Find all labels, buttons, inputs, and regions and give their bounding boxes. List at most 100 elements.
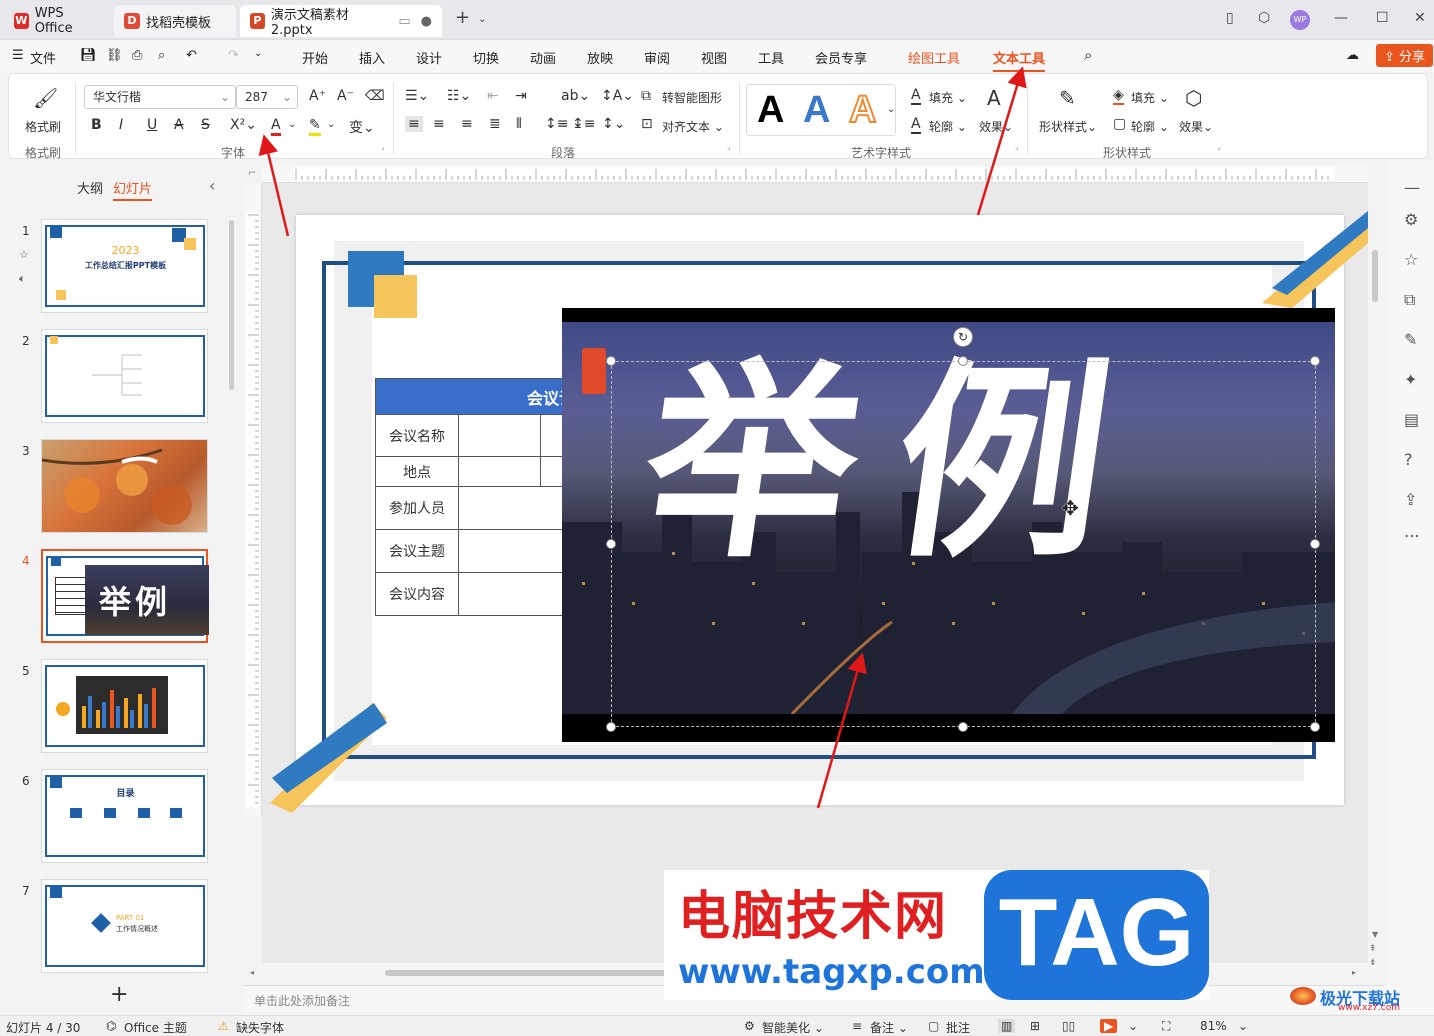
close-icon[interactable]: ✕ — [1414, 10, 1426, 26]
align-text-icon[interactable]: ⊡ — [641, 116, 653, 132]
magic-icon[interactable]: ✦ — [1404, 370, 1417, 389]
menu-tools[interactable]: 工具 — [758, 48, 784, 67]
layout-icon[interactable]: ▯ — [1226, 10, 1234, 26]
search-icon[interactable]: ⌕ — [1084, 46, 1092, 64]
scroll-right-icon[interactable]: ▸ — [1352, 968, 1356, 977]
increase-font-icon[interactable]: A⁺ — [309, 88, 326, 104]
smart-shape-button[interactable]: 转智能图形 — [662, 89, 722, 106]
scroll-down-icon[interactable]: ▼ — [1372, 930, 1378, 939]
text-fill-icon[interactable]: A — [911, 87, 921, 105]
phonetic-icon[interactable]: 变⌄ — [349, 117, 375, 137]
smart-shape-icon[interactable]: ⧉ — [641, 88, 651, 104]
resize-handle[interactable] — [606, 539, 616, 549]
shadow-icon[interactable]: S — [201, 117, 210, 133]
table-cell[interactable]: 会议内容 — [375, 572, 459, 616]
spacing-menu-icon[interactable]: ↕⌄ — [602, 116, 625, 132]
new-tab-icon[interactable]: + — [455, 7, 470, 28]
fit-icon[interactable]: ⛶ — [1162, 1019, 1170, 1034]
text-effect-icon[interactable]: A — [987, 86, 1001, 110]
art-style-blue[interactable]: A — [803, 89, 830, 132]
clear-format-icon[interactable]: ⌫ — [365, 88, 385, 104]
collapse-icon[interactable]: — — [1404, 178, 1420, 197]
vertical-scrollbar[interactable] — [1372, 250, 1378, 302]
more-icon[interactable]: ⋯ — [1404, 526, 1420, 545]
resize-handle[interactable] — [958, 722, 968, 732]
table-cell[interactable] — [458, 414, 541, 457]
paragraph-spacing-icon[interactable]: ↨≡ — [572, 116, 595, 132]
slide-thumb-1[interactable]: 2023 工作总结汇报PPT模板 — [41, 219, 208, 313]
horizontal-ruler[interactable] — [262, 165, 1368, 183]
redo-icon[interactable]: ↷ — [228, 48, 239, 63]
align-text-button[interactable]: 对齐文本 ⌄ — [662, 118, 724, 135]
align-right-icon[interactable]: ≡ — [461, 116, 473, 132]
resize-handle[interactable] — [1310, 356, 1320, 366]
text-effect-button[interactable]: 效果⌄ — [979, 118, 1013, 135]
rotate-handle-icon[interactable]: ↻ — [953, 327, 973, 347]
add-slide-button[interactable]: + — [110, 982, 128, 1007]
chevron-down-icon[interactable]: ⌄ — [288, 119, 296, 130]
vertical-ruler[interactable] — [244, 185, 262, 815]
menu-text-tools[interactable]: 文本工具 — [993, 48, 1046, 72]
text-outline-icon[interactable]: A — [911, 116, 921, 134]
format-painter-icon[interactable]: 🖌︎ — [33, 86, 58, 110]
shape-fill-button[interactable]: 填充 ⌄ — [1131, 89, 1169, 106]
missing-font-button[interactable]: 缺失字体 — [236, 1019, 284, 1036]
notes-placeholder[interactable]: 单击此处添加备注 — [254, 992, 350, 1009]
slide-thumb-6[interactable]: 目录 — [41, 769, 208, 863]
ruler-corner-icon[interactable]: ⌐ — [248, 168, 256, 179]
avatar[interactable]: WP — [1290, 10, 1310, 30]
resize-handle[interactable] — [958, 356, 968, 366]
menu-home[interactable]: 开始 — [302, 48, 328, 67]
increase-indent-icon[interactable]: ⇥ — [515, 88, 527, 104]
link-icon[interactable]: ⛓︎ — [106, 48, 123, 63]
tab-wps-office[interactable]: W WPS Office — [4, 5, 110, 37]
menu-view[interactable]: 视图 — [701, 48, 727, 67]
shape-style-icon[interactable]: ✎ — [1059, 86, 1076, 110]
undo-icon[interactable]: ↶ — [186, 48, 197, 63]
cloud-icon[interactable]: ☁︎ — [1346, 48, 1359, 63]
reading-view-icon[interactable]: ▯▯ — [1062, 1019, 1075, 1033]
star-icon[interactable]: ☆ — [1404, 250, 1418, 269]
bold-icon[interactable]: B — [91, 117, 102, 133]
shape-outline-icon[interactable]: ▢ — [1113, 116, 1126, 132]
horizontal-scrollbar[interactable] — [385, 970, 675, 976]
highlight-icon[interactable]: ✎ — [309, 117, 321, 136]
chevron-down-icon[interactable]: ⌄ — [327, 119, 335, 130]
resize-handle[interactable] — [606, 722, 616, 732]
menu-file[interactable]: 文件 — [30, 48, 56, 67]
underline-icon[interactable]: U — [147, 117, 157, 133]
table-cell[interactable]: 参加人员 — [375, 486, 459, 530]
art-style-orange-outline[interactable]: A — [848, 88, 877, 132]
tab-document[interactable]: P 演示文稿素材2.pptx ▭ ● — [240, 5, 442, 38]
table-cell[interactable] — [458, 456, 541, 487]
menu-hamburger-icon[interactable]: ☰ — [12, 48, 24, 63]
gallery-more-icon[interactable]: ⌄ — [887, 104, 895, 115]
shape-effect-button[interactable]: 效果⌄ — [1179, 118, 1213, 135]
shape-style-button[interactable]: 形状样式⌄ — [1039, 118, 1097, 135]
line-spacing-icon[interactable]: ↕≡ — [545, 116, 568, 132]
play-icon[interactable]: ▶ — [1100, 1019, 1118, 1033]
menu-member[interactable]: 会员专享 — [815, 48, 867, 67]
resize-handle[interactable] — [606, 356, 616, 366]
theme-name[interactable]: Office 主题 — [124, 1019, 187, 1036]
save-icon[interactable]: 💾︎ — [80, 48, 97, 63]
shape-outline-button[interactable]: 轮廓 ⌄ — [1131, 118, 1169, 135]
paragraph-dialog-launcher-icon[interactable]: ⌟ — [727, 142, 731, 151]
align-center-icon[interactable]: ≡ — [433, 116, 445, 132]
tab-slides[interactable]: 幻灯片 — [113, 178, 153, 201]
slide-thumb-7[interactable]: PART 01 工作情况概述 — [41, 879, 208, 973]
italic-icon[interactable]: I — [119, 117, 123, 133]
print-icon[interactable]: ⎙ — [132, 48, 142, 63]
resize-handle[interactable] — [1310, 722, 1320, 732]
normal-view-icon[interactable]: ▥ — [998, 1019, 1016, 1033]
menu-slideshow[interactable]: 放映 — [587, 48, 613, 67]
star-icon[interactable]: ☆ — [19, 248, 29, 261]
chevron-down-icon[interactable]: ⌄ — [1128, 1019, 1138, 1033]
resize-handle[interactable] — [1310, 539, 1320, 549]
share-button[interactable]: ⇪ 分享 — [1376, 44, 1434, 67]
menu-insert[interactable]: 插入 — [359, 48, 385, 67]
more-chevron-icon[interactable]: ⌄ — [254, 48, 262, 59]
tab-outline[interactable]: 大纲 — [77, 178, 103, 197]
font-color-icon[interactable]: A — [271, 117, 281, 136]
sorter-view-icon[interactable]: ⊞ — [1030, 1019, 1040, 1033]
